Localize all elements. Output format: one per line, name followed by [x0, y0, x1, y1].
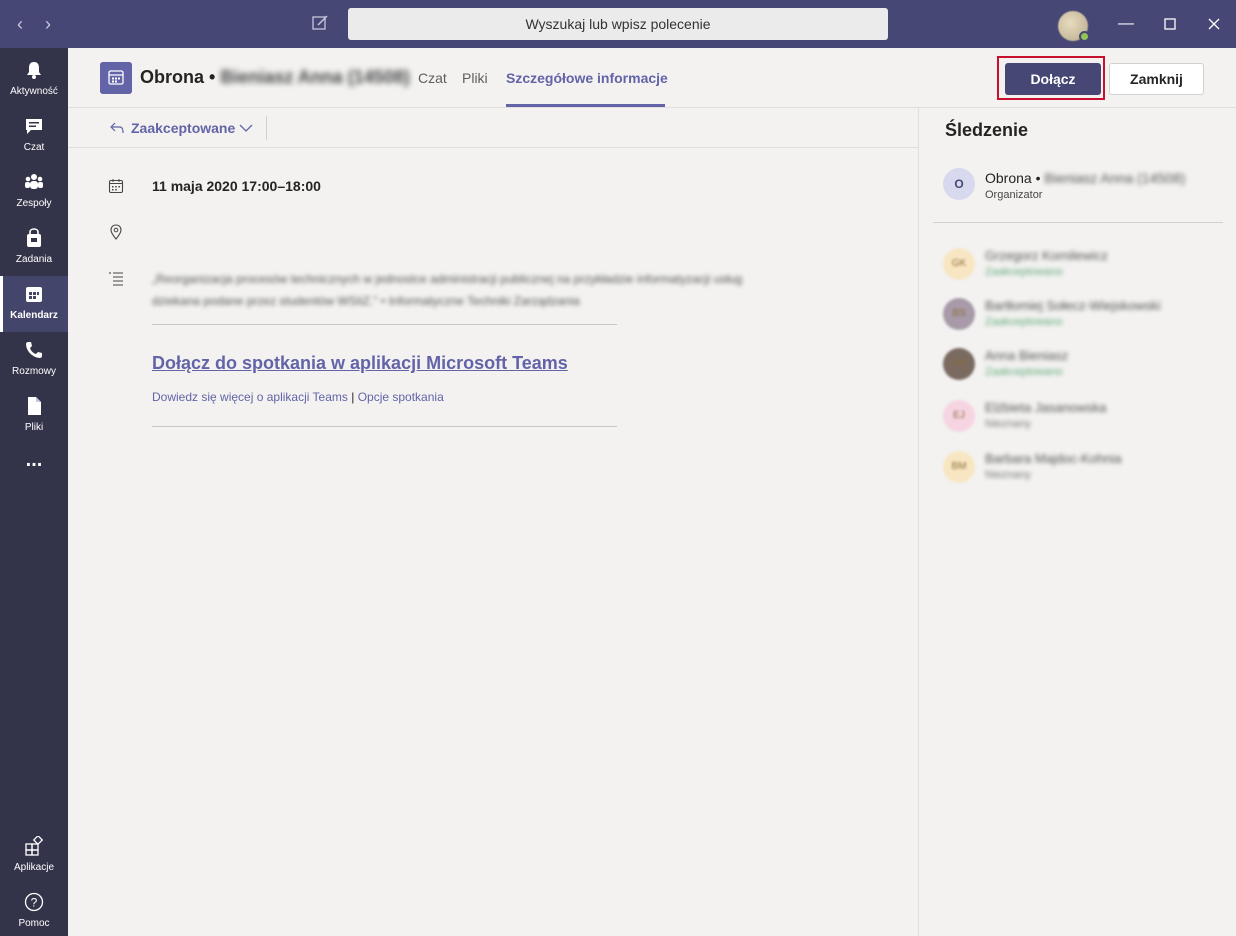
- location-icon: [110, 224, 122, 240]
- rsvp-dropdown[interactable]: Zaakceptowane: [131, 120, 235, 136]
- presence-indicator: [1079, 31, 1090, 42]
- reply-arrow-icon: [110, 122, 124, 134]
- description-icon: [109, 272, 123, 286]
- meeting-options-link[interactable]: Opcje spotkania: [358, 390, 444, 404]
- file-icon: [28, 397, 41, 415]
- attendee-name: Bartłomiej Sołecz-Wiejskowski: [985, 298, 1161, 313]
- rail-item-activity[interactable]: Aktywność: [0, 52, 68, 108]
- separator-line: [152, 426, 617, 427]
- rail-item-calls[interactable]: Rozmowy: [0, 332, 68, 388]
- bag-icon: [27, 228, 41, 247]
- compose-icon[interactable]: [310, 13, 330, 33]
- minimize-icon[interactable]: —: [1116, 14, 1136, 34]
- join-teams-link[interactable]: Dołącz do spotkania w aplikacji Microsof…: [152, 353, 568, 374]
- close-button[interactable]: Zamknij: [1109, 63, 1204, 95]
- attendee-name: Elżbieta Jasanowska: [985, 400, 1107, 415]
- chat-icon: [26, 119, 42, 134]
- app-rail: Aktywność Czat Zespoły Zadania Kalendarz…: [0, 48, 68, 936]
- organizer-name-blurred: Bieniasz Anna (14508): [1044, 170, 1186, 186]
- organizer-name: Obrona • Bieniasz Anna (14508): [985, 170, 1185, 186]
- phone-icon: [26, 342, 42, 358]
- attendee-name: Grzegorz Kornilewicz: [985, 248, 1108, 263]
- rail-label: Pomoc: [18, 918, 50, 929]
- active-tab-indicator: [506, 104, 665, 107]
- attendee-avatar: AB: [943, 348, 975, 380]
- tracking-panel: Śledzenie O Obrona • Bieniasz Anna (1450…: [918, 108, 1236, 936]
- meeting-title: Obrona • Bieniasz Anna (14508): [140, 67, 410, 88]
- rsvp-toolbar: Zaakceptowane: [68, 108, 918, 148]
- rail-label: Kalendarz: [10, 310, 58, 321]
- bell-icon: [27, 62, 41, 79]
- tab-files[interactable]: Pliki: [462, 70, 488, 86]
- title-bar: ‹ › Wyszukaj lub wpisz polecenie —: [0, 0, 1236, 48]
- teams-icon: [25, 174, 43, 189]
- rail-label: Zadania: [15, 254, 53, 265]
- more-icon: ...: [25, 449, 43, 471]
- close-window-icon[interactable]: [1204, 14, 1224, 34]
- tracking-divider: [933, 222, 1223, 223]
- attendee-status: Zaakceptowano: [985, 366, 1063, 378]
- maximize-icon[interactable]: [1160, 14, 1180, 34]
- tab-chat[interactable]: Czat: [418, 70, 447, 86]
- rail-label: Rozmowy: [12, 366, 56, 377]
- rsvp-label: Zaakceptowane: [131, 120, 236, 136]
- rail-item-files[interactable]: Pliki: [0, 388, 68, 444]
- forward-arrow-icon[interactable]: ›: [38, 14, 58, 34]
- search-input[interactable]: Wyszukaj lub wpisz polecenie: [348, 8, 888, 40]
- chevron-down-icon[interactable]: [239, 122, 253, 134]
- attendee-status: Zaakceptowano: [985, 266, 1063, 278]
- apps-icon: [25, 836, 44, 856]
- learn-more-link[interactable]: Dowiedz się więcej o aplikacji Teams: [152, 390, 348, 404]
- organizer-role: Organizator: [985, 189, 1043, 201]
- tracking-title: Śledzenie: [945, 120, 1029, 140]
- attendee-status: Nieznany: [985, 418, 1031, 430]
- rail-item-apps[interactable]: Aplikacje: [0, 828, 68, 884]
- attendee-item[interactable]: BM Barbara Majdoc-Kohnia Nieznany: [943, 451, 1223, 491]
- attendee-item[interactable]: EJ Elżbieta Jasanowska Nieznany: [943, 400, 1223, 440]
- help-icon: ?: [24, 892, 44, 912]
- calendar-icon: [26, 287, 42, 302]
- separator-line: [152, 324, 617, 325]
- rail-label: Aktywność: [10, 86, 58, 97]
- meeting-description: „Reorganizacja procesów technicznych w j…: [152, 272, 743, 308]
- attendee-item[interactable]: AB Anna Bieniasz Zaakceptowano: [943, 348, 1223, 388]
- rail-item-teams[interactable]: Zespoły: [0, 164, 68, 220]
- attendee-name: Barbara Majdoc-Kohnia: [985, 451, 1122, 466]
- link-separator: |: [351, 390, 355, 404]
- attendee-avatar: BM: [943, 451, 975, 483]
- organizer-avatar[interactable]: O: [943, 168, 975, 200]
- attendee-avatar: GK: [943, 248, 975, 280]
- meeting-calendar-icon: [100, 62, 132, 94]
- meeting-title-prefix: Obrona •: [140, 67, 216, 87]
- attendee-item[interactable]: BS Bartłomiej Sołecz-Wiejskowski Zaakcep…: [943, 298, 1223, 338]
- attendee-avatar: EJ: [943, 400, 975, 432]
- attendee-status: Zaakceptowano: [985, 316, 1063, 328]
- rail-label: Zespoły: [16, 198, 52, 209]
- rail-item-tasks[interactable]: Zadania: [0, 220, 68, 276]
- meeting-links: Dowiedz się więcej o aplikacji Teams | O…: [152, 390, 444, 404]
- rail-item-calendar[interactable]: Kalendarz: [0, 276, 68, 332]
- meeting-date: 11 maja 2020 17:00–18:00: [152, 178, 321, 194]
- svg-text:?: ?: [31, 896, 38, 910]
- toolbar-divider: [266, 116, 267, 140]
- rail-label: Pliki: [24, 422, 44, 433]
- rail-label: Czat: [23, 142, 45, 153]
- attendee-item[interactable]: GK Grzegorz Kornilewicz Zaakceptowano: [943, 248, 1223, 288]
- back-arrow-icon[interactable]: ‹: [10, 14, 30, 34]
- rail-more-button[interactable]: ...: [0, 444, 68, 484]
- organizer-name-prefix: Obrona •: [985, 170, 1041, 186]
- attendee-name: Anna Bieniasz: [985, 348, 1069, 363]
- attendee-status: Nieznany: [985, 469, 1031, 481]
- rail-item-help[interactable]: ? Pomoc: [0, 884, 68, 936]
- rail-label: Aplikacje: [13, 862, 55, 873]
- attendee-avatar: BS: [943, 298, 975, 330]
- tab-details[interactable]: Szczegółowe informacje: [506, 70, 668, 86]
- calendar-icon: [108, 179, 124, 194]
- rail-item-chat[interactable]: Czat: [0, 108, 68, 164]
- meeting-header: Obrona • Bieniasz Anna (14508) Czat Plik…: [68, 48, 1236, 108]
- join-button[interactable]: Dołącz: [1005, 63, 1101, 95]
- meeting-title-name: Bieniasz Anna (14508): [220, 67, 410, 87]
